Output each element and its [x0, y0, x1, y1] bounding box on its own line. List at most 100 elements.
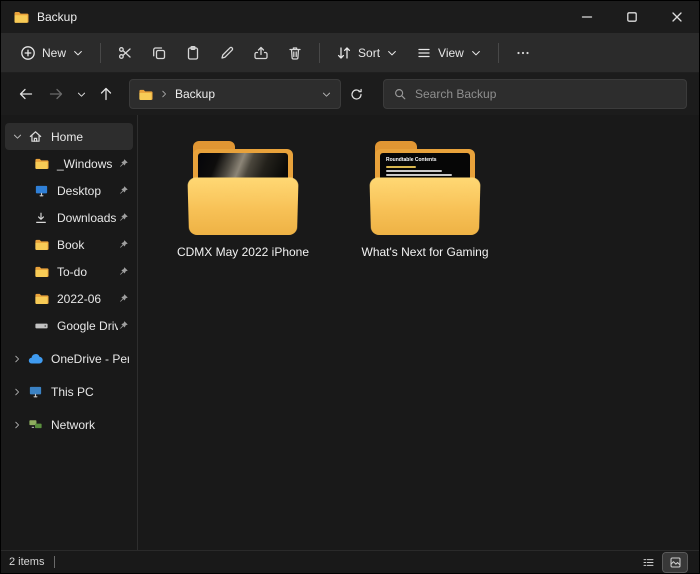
sidebar-item-downloads[interactable]: Downloads: [5, 204, 133, 231]
folder-name: CDMX May 2022 iPhone: [177, 245, 309, 259]
sidebar-item-label: To-do: [51, 265, 118, 279]
paste-button[interactable]: [176, 38, 210, 68]
sidebar-item-label: Home: [45, 130, 129, 144]
forward-arrow-icon: [48, 86, 64, 102]
maximize-button[interactable]: [609, 1, 654, 33]
folder-front: [187, 178, 298, 235]
chevron-right-icon[interactable]: [9, 420, 25, 430]
sidebar-item-this-pc[interactable]: This PC: [5, 378, 133, 405]
forward-button[interactable]: [41, 79, 71, 109]
recent-locations-button[interactable]: [71, 79, 91, 109]
folder-icon: [31, 264, 51, 279]
sidebar-item-label: 2022-06: [51, 292, 118, 306]
app-folder-icon: [13, 9, 29, 25]
sort-button-label: Sort: [358, 46, 380, 60]
chevron-down-icon: [470, 47, 482, 59]
close-icon: [671, 11, 683, 23]
status-bar: 2 items: [1, 550, 699, 573]
copy-icon: [151, 45, 167, 61]
sidebar-item-onedrive[interactable]: OneDrive - Personal: [5, 345, 133, 372]
pin-icon: [118, 320, 129, 331]
folder-tile-cdmx[interactable]: CDMX May 2022 iPhone: [164, 141, 322, 259]
sidebar-item-windows[interactable]: _Windows: [5, 150, 133, 177]
back-button[interactable]: [11, 79, 41, 109]
desktop-icon: [31, 183, 51, 198]
folder-tile-gaming[interactable]: Roundtable Contents What's Next for Gami…: [346, 141, 504, 259]
folder-front: [369, 178, 480, 235]
pin-icon: [118, 185, 129, 196]
view-toggles: [636, 553, 691, 572]
onedrive-cloud-icon: [25, 351, 45, 367]
navigation-bar: Backup: [1, 73, 699, 115]
delete-button[interactable]: [278, 38, 312, 68]
toolbar-separator: [100, 43, 101, 63]
slide-text-line: [386, 174, 452, 176]
close-button[interactable]: [654, 1, 699, 33]
new-button-label: New: [42, 46, 66, 60]
sidebar-item-label: _Windows: [51, 157, 118, 171]
maximize-icon: [626, 11, 638, 23]
file-explorer-window: Backup New: [0, 0, 700, 574]
minimize-button[interactable]: [564, 1, 609, 33]
share-button[interactable]: [244, 38, 278, 68]
trash-icon: [287, 45, 303, 61]
drive-icon: [31, 318, 51, 333]
large-icons-view-button[interactable]: [663, 553, 687, 572]
sidebar-item-home[interactable]: Home: [5, 123, 133, 150]
breadcrumb-folder-icon: [138, 87, 153, 102]
cut-button[interactable]: [108, 38, 142, 68]
details-view-icon: [642, 556, 655, 569]
item-count: 2 items: [9, 556, 44, 568]
this-pc-icon: [25, 384, 45, 399]
copy-button[interactable]: [142, 38, 176, 68]
address-bar[interactable]: Backup: [129, 79, 341, 109]
sidebar-item-google-drive[interactable]: Google Drive (G:: [5, 312, 133, 339]
back-arrow-icon: [18, 86, 34, 102]
chevron-down-icon[interactable]: [9, 131, 25, 142]
sidebar-item-network[interactable]: Network: [5, 411, 133, 438]
folder-name: What's Next for Gaming: [362, 245, 489, 259]
rename-icon: [219, 45, 235, 61]
sort-button[interactable]: Sort: [327, 38, 407, 68]
chevron-right-icon[interactable]: [9, 387, 25, 397]
explorer-body: Home _Windows Desktop Downloads Book: [1, 115, 699, 550]
paste-icon: [185, 45, 201, 61]
file-list: CDMX May 2022 iPhone Roundtable Contents: [138, 115, 699, 550]
rename-button[interactable]: [210, 38, 244, 68]
sidebar-item-2022-06[interactable]: 2022-06: [5, 285, 133, 312]
sort-icon: [336, 45, 352, 61]
folder-icon-large: Roundtable Contents: [366, 141, 484, 235]
address-dropdown-icon[interactable]: [321, 89, 332, 100]
view-button[interactable]: View: [407, 38, 491, 68]
sidebar-item-todo[interactable]: To-do: [5, 258, 133, 285]
pin-icon: [118, 212, 129, 223]
refresh-button[interactable]: [341, 79, 371, 109]
pin-icon: [118, 158, 129, 169]
slide-title-text: Roundtable Contents: [386, 157, 464, 164]
slide-text-line: [386, 170, 442, 172]
share-icon: [253, 45, 269, 61]
sidebar-item-book[interactable]: Book: [5, 231, 133, 258]
pin-icon: [118, 293, 129, 304]
scissors-icon: [117, 45, 133, 61]
sidebar-item-label: Google Drive (G:: [51, 319, 118, 333]
breadcrumb-item[interactable]: Backup: [175, 87, 215, 101]
see-more-button[interactable]: [506, 38, 540, 68]
up-button[interactable]: [91, 79, 121, 109]
view-button-label: View: [438, 46, 464, 60]
folder-icon-large: [184, 141, 302, 235]
home-icon: [25, 129, 45, 144]
new-button[interactable]: New: [11, 38, 93, 68]
sidebar-item-label: OneDrive - Personal: [45, 352, 129, 366]
up-arrow-icon: [98, 86, 114, 102]
window-controls: [564, 1, 699, 33]
sidebar-item-desktop[interactable]: Desktop: [5, 177, 133, 204]
chevron-right-icon[interactable]: [9, 354, 25, 364]
toolbar-separator: [498, 43, 499, 63]
large-icons-view-icon: [669, 556, 682, 569]
search-input[interactable]: [415, 87, 677, 101]
search-icon: [393, 87, 407, 101]
view-icon: [416, 45, 432, 61]
pin-icon: [118, 266, 129, 277]
details-view-button[interactable]: [636, 553, 660, 572]
